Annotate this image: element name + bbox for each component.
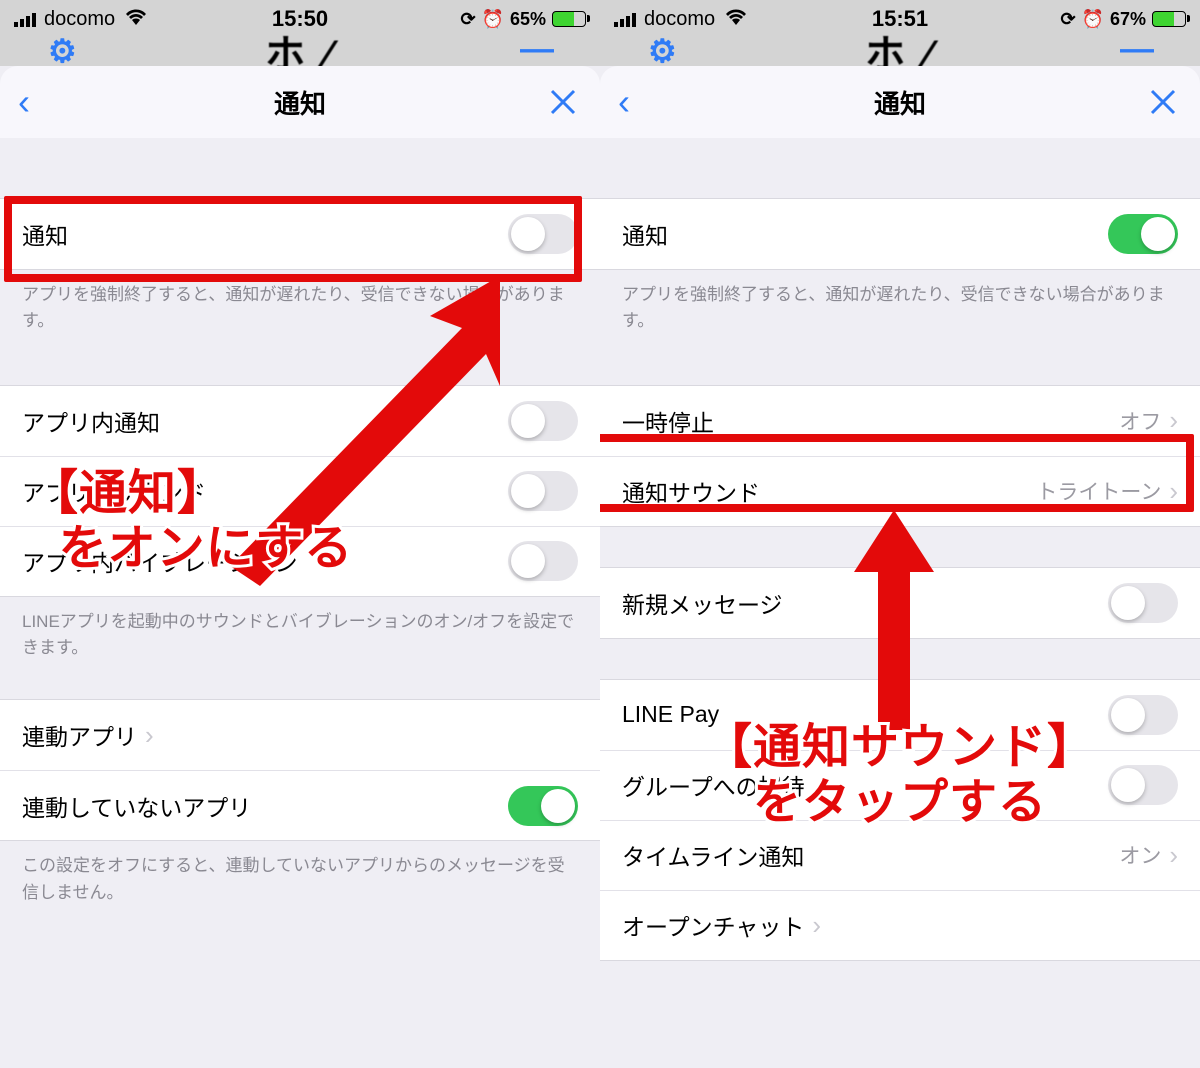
background-app-header: ⚙ ホ ⁄ — (600, 38, 1200, 66)
row-line-pay[interactable]: LINE Pay (600, 680, 1200, 750)
row-new-message[interactable]: 新規メッセージ (600, 568, 1200, 638)
toggle-inapp-vib[interactable] (508, 541, 578, 581)
wifi-icon (725, 8, 747, 31)
page-title: 通知 (274, 84, 326, 121)
carrier-label: docomo (44, 8, 115, 31)
row-label: 一時停止 (622, 404, 714, 438)
row-inapp-sound[interactable]: アプリ内サウンド (0, 456, 600, 526)
chevron-right-icon: › (1169, 476, 1178, 507)
row-notification[interactable]: 通知 (600, 199, 1200, 269)
row-value: トライトーン (1036, 476, 1161, 506)
chevron-right-icon: › (145, 720, 154, 751)
row-label: LINE Pay (622, 701, 719, 728)
settings-sheet: ‹ 通知 通知 アプリを強制終了すると、通知が遅れたり、受信できない場合がありま… (600, 66, 1200, 1068)
row-label: アプリ内通知 (22, 404, 160, 438)
rotation-lock-icon: ⟳ (1060, 9, 1075, 30)
close-button[interactable] (1148, 87, 1178, 117)
row-label: 連動していないアプリ (22, 789, 251, 823)
alarm-icon: ⏰ (1082, 9, 1104, 30)
toggle-new-message[interactable] (1108, 583, 1178, 623)
row-label: アプリ内バイブレーション (22, 544, 298, 578)
row-label: グループへの招待 (622, 768, 805, 802)
row-group-invite[interactable]: グループへの招待 (600, 750, 1200, 820)
back-button[interactable]: ‹ (18, 81, 30, 123)
row-label: アプリ内サウンド (22, 474, 206, 508)
row-linked-apps[interactable]: 連動アプリ › (0, 700, 600, 770)
add-icon: — (520, 30, 554, 69)
row-label: 連動アプリ (22, 718, 137, 752)
settings-sheet: ‹ 通知 通知 アプリを強制終了すると、通知が遅れたり、受信できない場合がありま… (0, 66, 600, 1068)
sheet-header: ‹ 通知 (0, 66, 600, 138)
toggle-line-pay[interactable] (1108, 695, 1178, 735)
toggle-inapp-notif[interactable] (508, 401, 578, 441)
carrier-label: docomo (644, 8, 715, 31)
row-label: 通知 (22, 217, 68, 251)
signal-bars-icon (14, 11, 36, 27)
toggle-group-invite[interactable] (1108, 765, 1178, 805)
toggle-unlinked-apps[interactable] (508, 786, 578, 826)
gear-icon: ⚙ (48, 32, 77, 70)
row-notification[interactable]: 通知 (0, 199, 600, 269)
chevron-right-icon: › (812, 910, 821, 941)
row-inapp-notif[interactable]: アプリ内通知 (0, 386, 600, 456)
row-sound[interactable]: 通知サウンド トライトーン › (600, 456, 1200, 526)
footnote-unlinked: この設定をオフにすると、連動していないアプリからのメッセージを受信しません。 (0, 841, 600, 906)
row-openchat[interactable]: オープンチャット › (600, 890, 1200, 960)
row-value: オン (1119, 840, 1161, 870)
signal-bars-icon (614, 11, 636, 27)
background-app-header: ⚙ ホ ⁄ — (0, 38, 600, 66)
row-value: オフ (1119, 406, 1161, 436)
footnote-notification: アプリを強制終了すると、通知が遅れたり、受信できない場合があります。 (600, 270, 1200, 335)
footnote-inapp: LINEアプリを起動中のサウンドとバイブレーションのオン/オフを設定できます。 (0, 597, 600, 662)
back-button[interactable]: ‹ (618, 81, 630, 123)
row-label: 通知サウンド (622, 474, 760, 508)
toggle-inapp-sound[interactable] (508, 471, 578, 511)
phone-right: docomo 15:51 ⟳ ⏰ 67% ⚙ ホ ⁄ — ‹ 通知 通知 (600, 0, 1200, 1068)
alarm-icon: ⏰ (482, 9, 504, 30)
sheet-header: ‹ 通知 (600, 66, 1200, 138)
row-timeline[interactable]: タイムライン通知 オン › (600, 820, 1200, 890)
row-inapp-vib[interactable]: アプリ内バイブレーション (0, 526, 600, 596)
row-label: タイムライン通知 (622, 838, 804, 872)
close-button[interactable] (548, 87, 578, 117)
chevron-right-icon: › (1169, 405, 1178, 436)
battery-icon (552, 11, 586, 27)
add-icon: — (1120, 30, 1154, 69)
chevron-right-icon: › (1169, 840, 1178, 871)
toggle-notification[interactable] (508, 214, 578, 254)
wifi-icon (125, 8, 147, 31)
footnote-notification: アプリを強制終了すると、通知が遅れたり、受信できない場合があります。 (0, 270, 600, 335)
phone-left: docomo 15:50 ⟳ ⏰ 65% ⚙ ホ ⁄ — ‹ 通知 通知 (0, 0, 600, 1068)
battery-pct: 67% (1110, 9, 1146, 30)
page-title: 通知 (874, 84, 926, 121)
row-label: オープンチャット (622, 908, 804, 942)
gear-icon: ⚙ (648, 32, 677, 70)
row-label: 通知 (622, 217, 668, 251)
rotation-lock-icon: ⟳ (460, 9, 475, 30)
battery-pct: 65% (510, 9, 546, 30)
row-pause[interactable]: 一時停止 オフ › (600, 386, 1200, 456)
toggle-notification[interactable] (1108, 214, 1178, 254)
row-label: 新規メッセージ (622, 586, 783, 620)
battery-icon (1152, 11, 1186, 27)
row-unlinked-apps[interactable]: 連動していないアプリ (0, 770, 600, 840)
